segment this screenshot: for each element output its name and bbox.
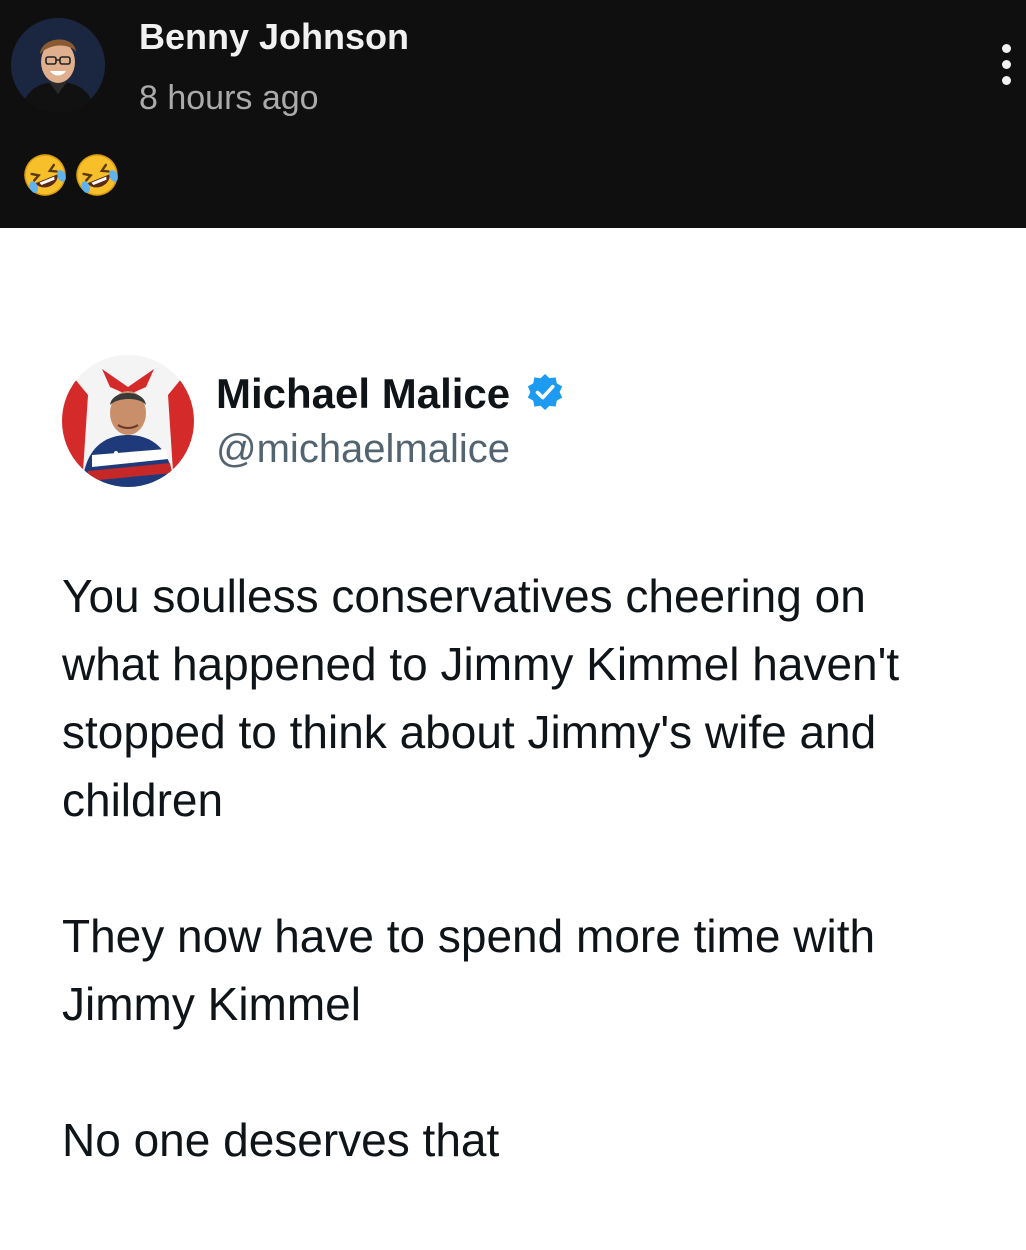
community-post-header: Benny Johnson 8 hours ago [0,0,1026,228]
tweet-paragraph: You soulless conservatives cheering on w… [62,570,900,826]
embedded-tweet-image[interactable]: Michael Malice @michaelmalice You soulle… [0,228,1026,1250]
tweet-author-name: Michael Malice [216,370,511,417]
verified-badge-icon [525,372,565,412]
author-name[interactable]: Benny Johnson [139,14,409,60]
tweet-paragraph: No one deserves that [62,1114,500,1166]
post-caption [22,152,122,202]
tweet-paragraph: They now have to spend more time with Ji… [62,910,876,1030]
rolling-on-floor-laughing-icon [22,152,68,198]
author-avatar[interactable] [11,18,105,112]
vertical-ellipsis-icon [1002,44,1011,53]
tweet-text: You soulless conservatives cheering on w… [62,562,1002,1174]
more-options-button[interactable] [986,40,1026,90]
tweet-author-avatar [62,355,194,487]
tweet-author-handle: @michaelmalice [216,427,511,471]
rolling-on-floor-laughing-icon [74,152,120,198]
tweet-author-row: Michael Malice [216,368,565,420]
post-timestamp: 8 hours ago [139,79,319,117]
